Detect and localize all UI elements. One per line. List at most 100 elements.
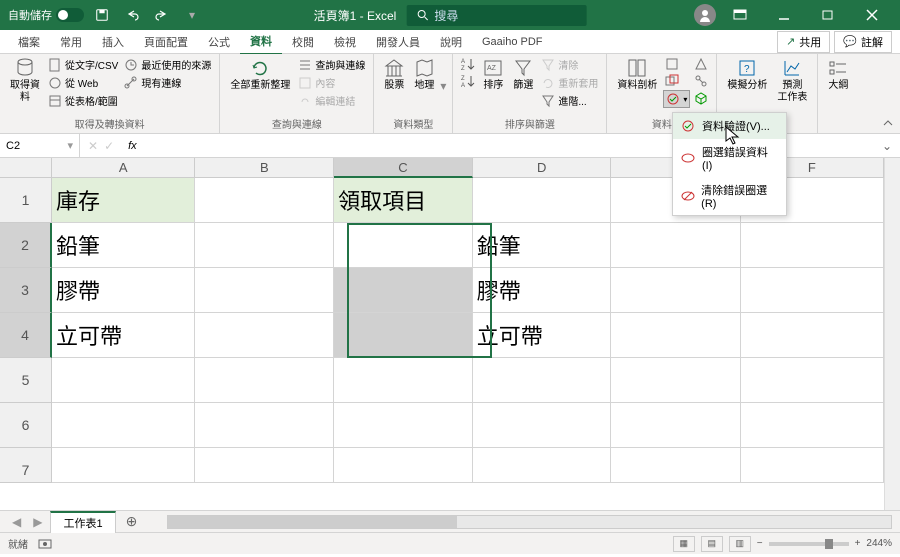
cell-B5[interactable] [195,358,334,403]
minimize-button[interactable] [764,2,804,28]
cell-F3[interactable] [741,268,884,313]
col-header-B[interactable]: B [195,158,334,178]
sort-desc-button[interactable]: ZA [459,73,477,89]
existing-connections-button[interactable]: 現有連線 [122,74,213,91]
cell-E6[interactable] [611,403,740,448]
cell-C2[interactable] [334,223,473,268]
autosave-toggle[interactable]: 自動儲存 [8,7,84,23]
collapse-ribbon-button[interactable] [882,117,894,129]
cell-E7[interactable] [611,448,740,483]
row-header-2[interactable]: 2 [0,223,52,268]
row-header-1[interactable]: 1 [0,178,52,223]
cell-A6[interactable] [52,403,195,448]
remove-duplicates-button[interactable] [663,73,690,89]
cell-C5[interactable] [334,358,473,403]
stocks-button[interactable]: 股票 [380,56,408,94]
row-header-5[interactable]: 5 [0,358,52,403]
tab-file[interactable]: 檔案 [8,30,50,54]
cell-B6[interactable] [195,403,334,448]
cell-A5[interactable] [52,358,195,403]
cell-F4[interactable] [741,313,884,358]
macro-record-button[interactable] [38,538,52,550]
name-box[interactable]: C2▾ [0,134,80,157]
comments-button[interactable]: 💬註解 [834,31,892,53]
cell-C3[interactable] [334,268,473,313]
user-avatar[interactable] [694,4,716,26]
cell-A3[interactable]: 膠帶 [52,268,195,313]
expand-formula-bar-button[interactable]: ⌄ [874,139,900,153]
cell-C1[interactable]: 領取項目 [334,178,473,223]
row-header-7[interactable]: 7 [0,448,52,483]
search-input[interactable]: 搜尋 [406,5,586,26]
cell-F6[interactable] [741,403,884,448]
sheet-tab-1[interactable]: 工作表1 [50,511,115,533]
cancel-formula-button[interactable]: ✕ [88,139,98,153]
col-header-A[interactable]: A [52,158,195,178]
maximize-button[interactable] [808,2,848,28]
cell-E5[interactable] [611,358,740,403]
relationships-button[interactable] [692,73,710,89]
cell-B4[interactable] [195,313,334,358]
tab-developer[interactable]: 開發人員 [366,30,430,54]
cell-A7[interactable] [52,448,195,483]
zoom-in-button[interactable]: + [855,538,861,549]
save-button[interactable] [90,3,114,27]
tab-home[interactable]: 常用 [50,30,92,54]
consolidate-button[interactable] [692,56,710,72]
cell-A2[interactable]: 鉛筆 [52,223,195,268]
cell-D5[interactable] [473,358,612,403]
tab-pagelayout[interactable]: 頁面配置 [134,30,198,54]
fx-button[interactable]: fx [122,140,143,152]
page-layout-button[interactable]: ▤ [701,536,723,552]
cell-A1[interactable]: 庫存 [52,178,195,223]
page-break-button[interactable]: ▥ [729,536,751,552]
tab-review[interactable]: 校閱 [282,30,324,54]
share-button[interactable]: ↗共用 [777,31,830,53]
sort-asc-button[interactable]: AZ [459,56,477,72]
cell-C4[interactable] [334,313,473,358]
data-types-more-icon[interactable]: ▾ [440,79,446,93]
queries-connections-button[interactable]: 查詢與連線 [296,56,367,73]
row-header-4[interactable]: 4 [0,313,52,358]
tab-view[interactable]: 檢視 [324,30,366,54]
tab-insert[interactable]: 插入 [92,30,134,54]
from-text-csv-button[interactable]: 從文字/CSV [46,56,120,73]
text-to-columns-button[interactable]: 資料剖析 [613,56,661,94]
flash-fill-button[interactable] [663,56,690,72]
cell-B7[interactable] [195,448,334,483]
cell-E4[interactable] [611,313,740,358]
advanced-filter-button[interactable]: 進階... [539,92,600,109]
cell-F2[interactable] [741,223,884,268]
forecast-sheet-button[interactable]: 預測 工作表 [773,56,811,106]
undo-button[interactable] [120,3,144,27]
tab-formulas[interactable]: 公式 [198,30,240,54]
cell-C7[interactable] [334,448,473,483]
cell-F5[interactable] [741,358,884,403]
whatif-button[interactable]: ?模擬分析 [723,56,771,94]
sort-button[interactable]: AZ排序 [479,56,507,94]
cell-B1[interactable] [195,178,334,223]
sheet-nav-next[interactable]: ▶ [29,515,46,529]
cell-D1[interactable] [473,178,612,223]
select-all-button[interactable] [0,158,52,178]
tab-help[interactable]: 說明 [430,30,472,54]
vertical-scrollbar[interactable] [884,158,900,510]
zoom-out-button[interactable]: − [757,538,763,549]
tab-data[interactable]: 資料 [240,29,282,55]
cell-B2[interactable] [195,223,334,268]
add-sheet-button[interactable]: ⊕ [120,513,144,530]
cell-D4[interactable]: 立可帶 [473,313,612,358]
horizontal-scrollbar[interactable] [167,515,892,529]
cell-B3[interactable] [195,268,334,313]
cell-A4[interactable]: 立可帶 [52,313,195,358]
zoom-slider[interactable] [769,542,849,546]
filter-button[interactable]: 篩選 [509,56,537,94]
from-web-button[interactable]: 從 Web [46,74,120,91]
cell-C6[interactable] [334,403,473,448]
zoom-level[interactable]: 244% [866,538,892,549]
normal-view-button[interactable]: ▦ [673,536,695,552]
qat-dropdown-icon[interactable]: ▾ [180,3,204,27]
cell-D3[interactable]: 膠帶 [473,268,612,313]
from-table-range-button[interactable]: 從表格/範圍 [46,92,120,109]
data-validation-button[interactable]: ▾ [663,90,690,108]
